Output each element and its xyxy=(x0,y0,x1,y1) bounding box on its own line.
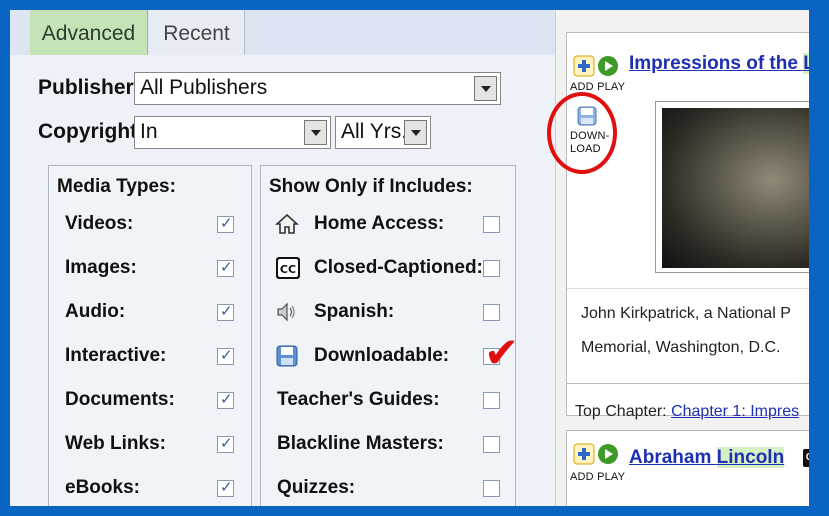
publisher-select-value: All Publishers xyxy=(140,76,268,99)
years-select[interactable]: All Yrs. xyxy=(335,116,431,149)
add-play-label: ADD PLAY xyxy=(570,471,626,483)
closed-captioned-checkbox[interactable] xyxy=(483,260,500,277)
thumbnail-image xyxy=(662,108,809,268)
show-only-title: Show Only if Includes: xyxy=(269,176,473,197)
teachers-guides-checkbox[interactable] xyxy=(483,392,500,409)
blackline-masters-checkbox[interactable] xyxy=(483,436,500,453)
tab-bar: Advanced Recent xyxy=(10,10,555,55)
images-checkbox[interactable] xyxy=(217,258,234,277)
quizzes-label: Quizzes: xyxy=(277,477,356,498)
video-thumbnail[interactable] xyxy=(655,101,809,273)
floppy-icon xyxy=(275,344,299,368)
add-icon[interactable] xyxy=(573,55,595,77)
annotation-circle xyxy=(547,92,617,174)
chevron-down-icon xyxy=(474,76,497,101)
add-icon[interactable] xyxy=(573,443,595,465)
media-types-title: Media Types: xyxy=(57,176,176,197)
media-type-ebooks-label: eBooks: xyxy=(65,477,140,498)
audio-checkbox[interactable] xyxy=(217,302,234,321)
media-type-weblinks-label: Web Links: xyxy=(65,433,166,454)
spanish-label: Spanish: xyxy=(314,301,395,322)
speaker-icon xyxy=(275,300,299,324)
tab-advanced[interactable]: Advanced xyxy=(30,10,148,55)
top-chapter: Top Chapter: Chapter 1: Impres xyxy=(575,403,799,421)
result-title-highlight: Li xyxy=(803,53,809,74)
media-type-videos-label: Videos: xyxy=(65,213,134,234)
top-chapter-label: Top Chapter: xyxy=(575,403,667,420)
chapter-link[interactable]: Chapter 1: Impres xyxy=(671,403,799,420)
copyright-select-value: In xyxy=(140,120,158,143)
weblinks-checkbox[interactable] xyxy=(217,434,234,453)
interactive-checkbox[interactable] xyxy=(217,346,234,365)
search-filter-panel: Advanced Recent Publisher: All Publisher… xyxy=(10,10,555,506)
play-icon[interactable] xyxy=(597,55,619,77)
publisher-label: Publisher: xyxy=(38,76,141,99)
play-icon[interactable] xyxy=(597,443,619,465)
downloadable-label: Downloadable: xyxy=(314,345,450,366)
home-access-checkbox[interactable] xyxy=(483,216,500,233)
chevron-down-icon xyxy=(304,120,327,145)
result-title-highlight: Lincoln xyxy=(716,447,785,468)
cc-badge: CC xyxy=(803,449,809,467)
result-title-text: Impressions of the xyxy=(629,53,804,74)
chevron-down-icon xyxy=(404,120,427,145)
closed-captioned-label: Closed-Captioned: xyxy=(314,257,483,278)
teachers-guides-label: Teacher's Guides: xyxy=(277,389,440,410)
result-title-text: Abraham xyxy=(629,447,717,468)
blackline-masters-label: Blackline Masters: xyxy=(277,433,444,454)
videos-checkbox[interactable] xyxy=(217,214,234,233)
tab-recent[interactable]: Recent xyxy=(149,10,245,55)
publisher-select[interactable]: All Publishers xyxy=(134,72,501,105)
ebooks-checkbox[interactable] xyxy=(217,478,234,497)
years-select-value: All Yrs. xyxy=(341,120,408,143)
home-icon xyxy=(274,212,300,236)
cc-icon: CC xyxy=(275,256,300,280)
result-title-link[interactable]: Abraham Lincoln xyxy=(629,447,785,469)
results-panel: ADD PLAY Impressions of the Li DOWN- LOA… xyxy=(555,10,809,506)
annotation-checkmark: ✔ xyxy=(484,328,520,377)
media-types-box: Media Types: Videos: Images: Audio: Inte… xyxy=(48,165,252,506)
home-access-label: Home Access: xyxy=(314,213,445,234)
result-description-line2: Memorial, Washington, D.C. xyxy=(581,339,781,356)
result-description-line1: John Kirkpatrick, a National P xyxy=(581,305,791,322)
browser-frame: Advanced Recent Publisher: All Publisher… xyxy=(10,10,809,506)
spanish-checkbox[interactable] xyxy=(483,304,500,321)
copyright-select[interactable]: In xyxy=(134,116,331,149)
show-only-box: Show Only if Includes: Home Access: CC C… xyxy=(260,165,516,506)
media-type-documents-label: Documents: xyxy=(65,389,175,410)
media-type-images-label: Images: xyxy=(65,257,137,278)
result-card: ADD PLAY Abraham Lincoln CC xyxy=(566,430,809,506)
copyright-label: Copyright: xyxy=(38,120,145,143)
result-card: ADD PLAY Impressions of the Li DOWN- LOA… xyxy=(566,32,809,420)
result-title-link[interactable]: Impressions of the Li xyxy=(629,53,809,75)
svg-text:CC: CC xyxy=(280,263,296,276)
media-type-interactive-label: Interactive: xyxy=(65,345,167,366)
media-type-audio-label: Audio: xyxy=(65,301,126,322)
documents-checkbox[interactable] xyxy=(217,390,234,409)
quizzes-checkbox[interactable] xyxy=(483,480,500,497)
